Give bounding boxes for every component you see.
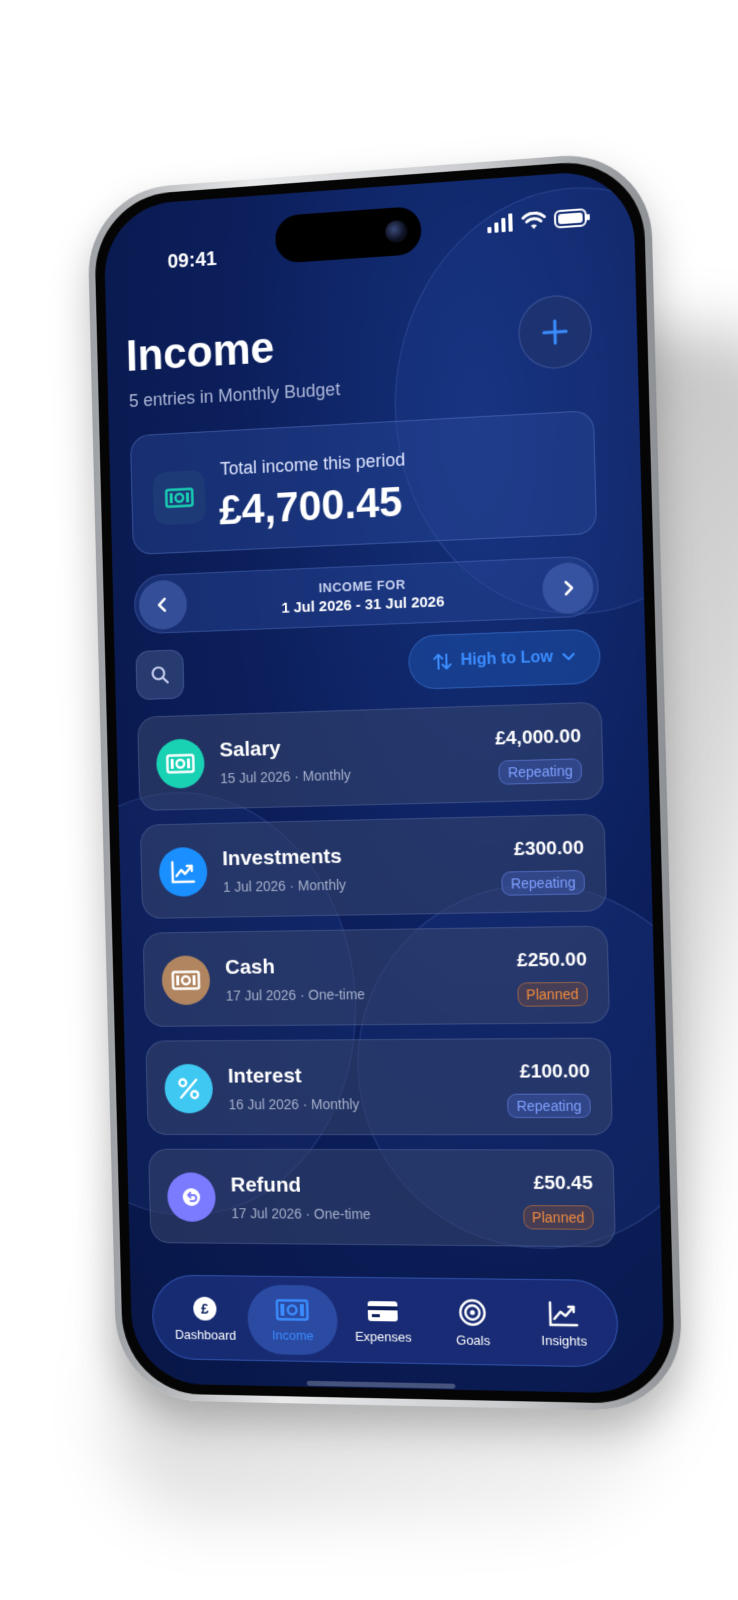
next-period-button[interactable] — [541, 561, 595, 615]
total-label: Total income this period — [219, 449, 406, 479]
income-row-investments[interactable]: Investments 1 Jul 2026 · Monthly £300.00… — [139, 813, 608, 919]
investments-icon-tile — [158, 846, 208, 898]
status-badge: Repeating — [507, 1093, 592, 1119]
tab-income[interactable]: Income — [246, 1284, 339, 1356]
income-row-interest[interactable]: Interest 16 Jul 2026 · Monthly £100.00 R… — [145, 1037, 613, 1136]
interest-icon-tile — [164, 1063, 214, 1114]
cash-icon — [166, 752, 195, 774]
entry-amount: £4,000.00 — [494, 725, 582, 750]
income-list: Salary 15 Jul 2026 · Monthly £4,000.00 R… — [137, 701, 616, 1248]
total-amount: £4,700.45 — [218, 477, 403, 534]
signal-icon — [487, 213, 513, 234]
home-indicator — [306, 1380, 456, 1389]
percent-icon — [177, 1077, 201, 1101]
total-income-card: Total income this period £4,700.45 — [129, 410, 598, 556]
dynamic-island — [274, 205, 422, 264]
tab-insights[interactable]: Insights — [516, 1288, 612, 1360]
plus-icon — [540, 317, 569, 347]
entry-meta: 16 Jul 2026 · Monthly — [228, 1096, 360, 1113]
search-button[interactable] — [135, 649, 185, 701]
entry-amount: £300.00 — [513, 837, 585, 861]
page-subtitle: 5 entries in Monthly Budget — [128, 379, 341, 412]
page-title: Income — [125, 323, 275, 381]
total-icon-tile — [152, 469, 206, 526]
entry-amount: £250.00 — [516, 949, 588, 972]
phone-frame: 09:41 Income 5 entries in Monthly Budget… — [86, 149, 684, 1412]
income-row-cash[interactable]: Cash 17 Jul 2026 · One-time £250.00 Plan… — [142, 925, 611, 1027]
wifi-icon — [521, 211, 546, 230]
status-time: 09:41 — [167, 248, 218, 274]
search-icon — [150, 665, 170, 685]
entry-name: Cash — [224, 955, 276, 979]
cash-icon — [165, 486, 194, 509]
entry-meta: 17 Jul 2026 · One-time — [225, 986, 366, 1004]
cash-icon — [171, 969, 200, 991]
chart-icon — [170, 860, 196, 884]
stage: 09:41 Income 5 entries in Monthly Budget… — [0, 0, 738, 1600]
chevron-down-icon — [561, 652, 576, 663]
background-circle — [389, 174, 666, 622]
entry-amount: £100.00 — [519, 1061, 591, 1083]
income-row-refund[interactable]: Refund 17 Jul 2026 · One-time £50.45 Pla… — [148, 1148, 616, 1248]
tab-expenses[interactable]: Expenses — [337, 1286, 430, 1357]
pound-icon: £ — [193, 1296, 217, 1321]
entry-name: Salary — [219, 736, 281, 762]
tab-dashboard[interactable]: £ Dashboard — [160, 1283, 250, 1353]
tab-goals[interactable]: Goals — [426, 1287, 520, 1359]
refund-icon-tile — [166, 1172, 217, 1222]
tab-label: Dashboard — [174, 1326, 237, 1343]
app-screen: 09:41 Income 5 entries in Monthly Budget… — [103, 168, 666, 1395]
battery-icon — [554, 208, 591, 229]
entry-meta: 1 Jul 2026 · Monthly — [222, 876, 347, 895]
entry-name: Interest — [227, 1064, 302, 1088]
status-badge: Planned — [522, 1205, 594, 1230]
phone-bezel: 09:41 Income 5 entries in Monthly Budget… — [93, 157, 676, 1405]
income-row-salary[interactable]: Salary 15 Jul 2026 · Monthly £4,000.00 R… — [137, 701, 605, 811]
tab-label: Insights — [541, 1332, 588, 1349]
bottom-tab-bar: £ Dashboard Income Expenses Goals Insigh… — [151, 1274, 620, 1368]
tab-label: Goals — [455, 1331, 491, 1348]
sort-label: High to Low — [460, 648, 554, 670]
card-icon — [367, 1300, 398, 1321]
entry-meta: 15 Jul 2026 · Monthly — [220, 766, 352, 787]
refund-icon — [182, 1188, 204, 1207]
trend-icon — [548, 1300, 579, 1327]
entry-name: Investments — [222, 844, 343, 871]
camera-icon — [385, 219, 408, 244]
sort-dropdown[interactable]: High to Low — [407, 628, 602, 690]
status-badge: Planned — [516, 981, 589, 1007]
status-badge: Repeating — [501, 869, 586, 896]
status-badge: Repeating — [498, 758, 583, 785]
tab-label: Expenses — [354, 1328, 412, 1345]
cash-icon-tile — [161, 955, 211, 1006]
target-icon — [458, 1298, 487, 1327]
entry-meta: 17 Jul 2026 · One-time — [231, 1205, 371, 1223]
period-selector: INCOME FOR 1 Jul 2026 - 31 Jul 2026 — [133, 555, 600, 635]
sort-icon — [432, 652, 452, 671]
chevron-right-icon — [561, 580, 576, 597]
cash-icon — [275, 1297, 309, 1321]
entry-amount: £50.45 — [533, 1172, 594, 1195]
tab-label: Income — [271, 1327, 314, 1343]
svg-text:£: £ — [201, 1301, 209, 1316]
salary-icon-tile — [155, 738, 206, 789]
entry-name: Refund — [230, 1173, 302, 1197]
